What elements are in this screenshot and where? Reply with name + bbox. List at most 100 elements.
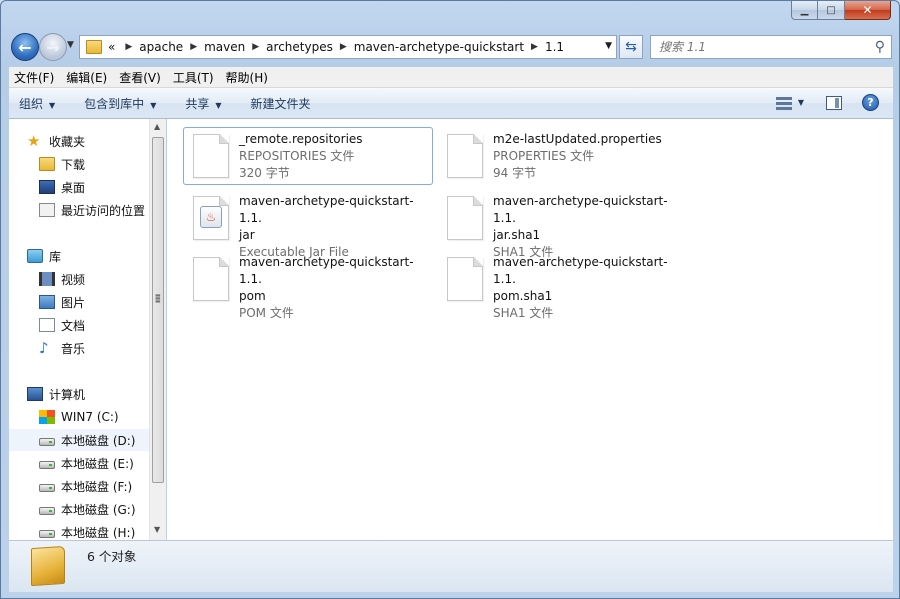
generic-file-icon [447,196,483,240]
file-item[interactable]: maven-archetype-quickstart-1.1. pom.sha1… [437,250,687,320]
pictures-icon [39,295,55,309]
chevron-right-icon[interactable]: ▶ [190,42,197,52]
java-cup-icon: ♨ [200,206,222,228]
back-button[interactable]: ← [11,33,39,61]
refresh-icon: ⇆ [625,39,637,55]
sidebar-item-drive-c[interactable]: WIN7 (C:) [39,406,119,428]
downloads-folder-icon [39,157,55,171]
breadcrumb-apache[interactable]: apache [139,40,183,54]
menu-view[interactable]: 查看(V) [114,69,166,86]
chevron-right-icon[interactable]: ▶ [531,42,538,52]
help-icon[interactable]: ? [862,94,879,111]
recent-places-icon [39,203,55,217]
folder-icon [86,40,102,54]
file-type: POM 文件 [239,306,294,320]
refresh-button[interactable]: ⇆ [619,35,643,59]
menu-bar: 文件(F) 编辑(E) 查看(V) 工具(T) 帮助(H) [9,67,893,88]
sidebar-item-label: 本地磁盘 (E:) [61,456,134,471]
view-options-dropdown[interactable]: ▼ [798,98,804,107]
new-folder-button[interactable]: 新建文件夹 [231,95,320,112]
sidebar-item-pictures[interactable]: 图片 [39,291,85,313]
sidebar-item-documents[interactable]: 文档 [39,314,85,336]
file-size: 320 字节 [239,166,290,180]
file-name: _remote.repositories [239,132,363,146]
search-icon[interactable]: ⚲ [875,39,885,55]
chevron-down-icon: ▼ [150,100,157,110]
preview-pane-icon[interactable] [826,95,842,110]
folder-icon [31,545,65,587]
sidebar-item-drive-g[interactable]: 本地磁盘 (G:) [39,498,136,520]
sidebar-item-drive-d[interactable]: 本地磁盘 (D:) [9,429,149,451]
menu-edit[interactable]: 编辑(E) [61,69,112,86]
libraries-icon [27,249,43,263]
file-name-continued: jar [239,228,255,242]
sidebar-item-label: 本地磁盘 (D:) [61,433,136,448]
menu-help[interactable]: 帮助(H) [221,69,273,86]
sidebar-item-music[interactable]: ♪ 音乐 [39,337,85,359]
share-button[interactable]: 共享 ▼ [165,95,230,112]
menu-tools[interactable]: 工具(T) [168,69,219,86]
sidebar-item-label: 本地磁盘 (H:) [61,525,136,540]
navigation-pane: ★ 收藏夹 下载 桌面 最近访问的位置 库 视频 图片 文档 ♪ 音乐 计算机 [9,119,149,540]
sidebar-item-drive-h[interactable]: 本地磁盘 (H:) [39,521,135,540]
file-type: PROPERTIES 文件 [493,149,595,163]
include-in-library-label: 包含到库中 [84,96,145,111]
music-note-icon: ♪ [39,339,49,357]
menu-file[interactable]: 文件(F) [9,69,59,86]
search-box[interactable]: ⚲ [650,35,892,59]
breadcrumb-maven[interactable]: maven [204,40,245,54]
file-item[interactable]: ♨ maven-archetype-quickstart-1.1. jar Ex… [183,189,433,259]
forward-arrow-icon: → [46,37,60,57]
scroll-down-arrow-icon[interactable]: ▼ [154,525,160,534]
organize-label: 组织 [19,96,44,111]
sidebar-item-label: 文档 [61,318,86,333]
breadcrumb-archetypes[interactable]: archetypes [266,40,333,54]
file-item[interactable]: m2e-lastUpdated.properties PROPERTIES 文件… [437,127,687,185]
item-count: 6 个对象 [87,549,137,564]
maximize-button[interactable]: □ [818,1,845,20]
sidebar-item-label: WIN7 (C:) [61,410,119,424]
file-name-continued: pom [239,289,266,303]
file-item[interactable]: maven-archetype-quickstart-1.1. jar.sha1… [437,189,687,259]
breadcrumb-quickstart[interactable]: maven-archetype-quickstart [354,40,524,54]
close-button[interactable]: ✕ [845,1,891,20]
organize-button[interactable]: 组织 ▼ [9,95,64,112]
breadcrumb-version[interactable]: 1.1 [545,40,564,54]
scroll-up-arrow-icon[interactable]: ▲ [154,122,160,131]
chevron-down-icon: ▼ [49,100,56,110]
file-list-pane[interactable]: _remote.repositories REPOSITORIES 文件 320… [167,119,893,540]
address-history-dropdown[interactable]: ▼ [605,41,612,51]
sidebar-item-label: 下载 [61,157,86,172]
file-item[interactable]: maven-archetype-quickstart-1.1. pom POM … [183,250,433,320]
generic-file-icon [447,257,483,301]
explorer-window: ▁ □ ✕ ← → ▼ « ▶ apache ▶ maven ▶ archety… [0,0,900,599]
change-view-icon[interactable] [775,95,794,111]
sidebar-item-drive-e[interactable]: 本地磁盘 (E:) [39,452,134,474]
breadcrumb-overflow[interactable]: « [108,40,115,54]
sidebar-item-desktop[interactable]: 桌面 [39,176,85,198]
sidebar-item-videos[interactable]: 视频 [39,268,85,290]
sidebar-item-downloads[interactable]: 下载 [39,153,85,175]
recent-pages-dropdown[interactable]: ▼ [67,40,74,50]
include-in-library-button[interactable]: 包含到库中 ▼ [64,95,165,112]
command-bar: 组织 ▼ 包含到库中 ▼ 共享 ▼ 新建文件夹 ▼ ? [9,88,893,119]
sidebar-computer[interactable]: 计算机 [27,383,85,405]
chevron-right-icon: ▶ [125,42,133,52]
address-bar[interactable]: « ▶ apache ▶ maven ▶ archetypes ▶ maven-… [79,35,617,59]
file-item[interactable]: _remote.repositories REPOSITORIES 文件 320… [183,127,433,185]
chevron-right-icon[interactable]: ▶ [252,42,259,52]
sidebar-item-label: 视频 [61,272,86,287]
sidebar-scrollbar[interactable]: ▲ ▬ ▬ ▬ ▼ [149,119,166,540]
minimize-button[interactable]: ▁ [791,1,818,20]
search-input[interactable] [657,39,875,55]
scrollbar-thumb[interactable]: ▬ ▬ ▬ [152,137,164,483]
sidebar-favorites[interactable]: ★ 收藏夹 [27,130,85,152]
sidebar-libraries[interactable]: 库 [27,245,61,267]
navigation-row: ← → ▼ « ▶ apache ▶ maven ▶ archetypes ▶ … [9,31,893,63]
video-icon [39,272,55,286]
sidebar-item-drive-f[interactable]: 本地磁盘 (F:) [39,475,132,497]
sidebar-item-recent-places[interactable]: 最近访问的位置 [39,199,145,221]
chevron-right-icon[interactable]: ▶ [340,42,347,52]
java-jar-icon: ♨ [193,196,229,240]
forward-button[interactable]: → [39,33,67,61]
